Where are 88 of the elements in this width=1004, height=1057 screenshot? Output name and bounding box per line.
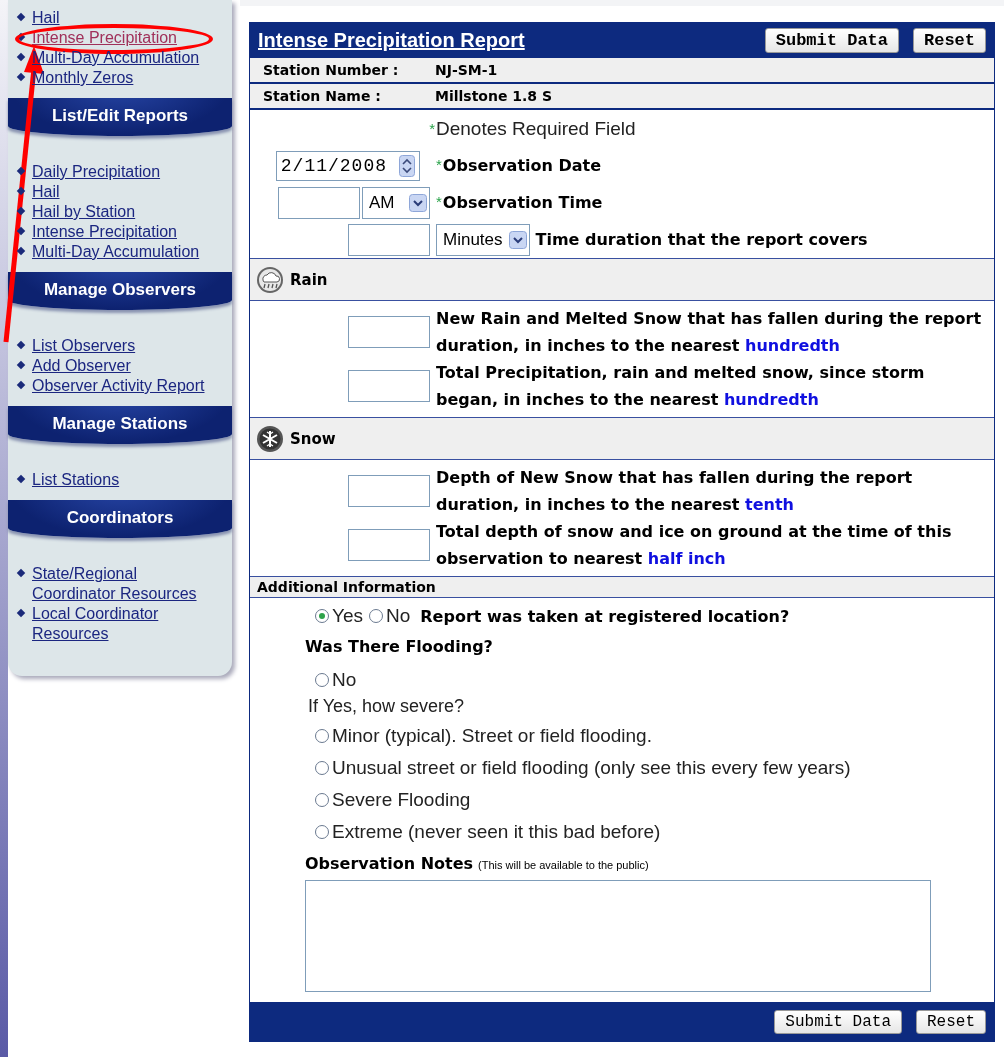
time-field[interactable] — [278, 186, 360, 219]
field-label: New Rain and Melted Snow that has fallen during the report duration, in inches to the nearest hundredth — [436, 308, 983, 357]
bullet-icon — [16, 474, 26, 484]
radio-label: Yes — [332, 605, 363, 627]
radio-button[interactable] — [315, 761, 329, 775]
bullet-icon — [16, 166, 26, 176]
bullet-icon — [16, 72, 26, 82]
input-field[interactable] — [348, 529, 430, 561]
radio-label: No — [332, 669, 357, 691]
section-banner: Manage Stations — [8, 406, 232, 444]
bullet-icon — [16, 608, 26, 618]
bullet-icon — [16, 340, 26, 350]
sidebar-link[interactable]: Local Coordinator Resources — [32, 604, 210, 644]
section-title: Snow — [290, 429, 336, 448]
bullet-icon — [16, 52, 26, 62]
input-field[interactable] — [348, 370, 430, 402]
radio-button[interactable] — [369, 609, 383, 623]
radio-button[interactable] — [315, 609, 329, 623]
radio-label: Minor (typical). Street or field flooding. — [332, 725, 652, 747]
notes-field[interactable] — [305, 880, 931, 992]
radio-label: Extreme (never seen it this bad before) — [332, 821, 661, 843]
field-label: Total depth of snow and ice on ground at the time of this observation to nearest half inch — [436, 521, 953, 570]
sidebar-link[interactable]: Multi-Day Accumulation — [32, 242, 200, 262]
notes-hint: (This will be available to the public) — [478, 859, 649, 871]
field-label: Time duration that the report covers — [535, 230, 868, 249]
field-label: Observation Time — [442, 193, 603, 212]
duration-field[interactable] — [348, 223, 430, 256]
radio-button[interactable] — [315, 825, 329, 839]
sidebar-link[interactable]: Intense Precipitation — [32, 28, 177, 48]
required-note: Denotes Required Field — [436, 117, 636, 140]
snowflake-icon — [256, 424, 284, 453]
radio-label: Severe Flooding — [332, 789, 471, 811]
section-banner: Coordinators — [8, 500, 232, 538]
radio-label: No — [386, 605, 411, 627]
sidebar-link[interactable]: List Stations — [32, 470, 120, 490]
ampm-select[interactable]: AM — [362, 186, 430, 219]
field-label: Observation Date — [442, 156, 602, 175]
spinner-icon — [399, 154, 415, 177]
sidebar-link[interactable]: Daily Precipitation — [32, 162, 161, 182]
sidebar-link[interactable]: Hail — [32, 8, 60, 28]
sidebar-link[interactable]: Observer Activity Report — [32, 376, 205, 396]
bullet-icon — [16, 380, 26, 390]
date-field[interactable]: 2/11/2008 — [275, 150, 420, 181]
caret-icon — [409, 193, 427, 212]
sidebar-link[interactable]: State/Regional Coordinator Resources — [32, 564, 210, 604]
radio-button[interactable] — [315, 673, 329, 687]
caret-icon — [508, 230, 527, 249]
sidebar-link[interactable]: Hail — [32, 182, 60, 202]
field-label: Total Precipitation, rain and melted snow, since storm began, in inches to the nearest hundredth — [436, 362, 926, 411]
required-mark: * — [436, 156, 442, 173]
section-banner: Manage Observers — [8, 272, 232, 310]
question-label: Report was taken at registered location? — [420, 606, 790, 626]
notes-label: Observation Notes — [305, 854, 474, 873]
question-label: Was There Flooding? — [304, 636, 494, 658]
radio-button[interactable] — [315, 729, 329, 743]
bullet-icon — [16, 568, 26, 578]
station-value: NJ-SM-1 — [435, 62, 498, 78]
sidebar-link[interactable]: Hail by Station — [32, 202, 136, 222]
bullet-icon — [16, 206, 26, 216]
required-mark: * — [429, 120, 435, 137]
radio-label: Unusual street or field flooding (only see this every few years) — [332, 757, 851, 779]
submit-button[interactable]: Submit Data — [774, 1010, 902, 1034]
form-title[interactable]: Intense Precipitation Report — [258, 28, 525, 52]
section-banner: List/Edit Reports — [8, 98, 232, 136]
bullet-icon — [16, 246, 26, 256]
sidebar-link[interactable]: Intense Precipitation — [32, 222, 177, 242]
submit-button[interactable]: Submit Data — [764, 27, 899, 53]
rain-cloud-icon — [256, 265, 284, 294]
sidebar-link[interactable]: Add Observer — [32, 356, 131, 376]
bullet-icon — [16, 186, 26, 196]
bullet-icon — [16, 360, 26, 370]
section-header: Additional Information — [250, 577, 994, 598]
reset-button[interactable]: Reset — [913, 27, 986, 53]
field-label: Depth of New Snow that has fallen during the report duration, in inches to the nearest tenth — [436, 467, 914, 516]
input-field[interactable] — [348, 475, 430, 507]
unit-select[interactable]: Minutes — [436, 223, 530, 256]
required-mark: * — [436, 193, 442, 210]
section-title: Rain — [290, 270, 328, 289]
radio-button[interactable] — [315, 793, 329, 807]
station-label: Station Number : — [262, 62, 400, 78]
bullet-icon — [16, 12, 26, 22]
station-value: Millstone 1.8 S — [435, 88, 553, 104]
sidebar-link[interactable]: List Observers — [32, 336, 136, 356]
prompt-text: If Yes, how severe? — [307, 696, 466, 718]
station-label: Station Name : — [262, 88, 382, 104]
input-field[interactable] — [348, 316, 430, 348]
bullet-icon — [16, 226, 26, 236]
reset-button[interactable]: Reset — [916, 1010, 986, 1034]
